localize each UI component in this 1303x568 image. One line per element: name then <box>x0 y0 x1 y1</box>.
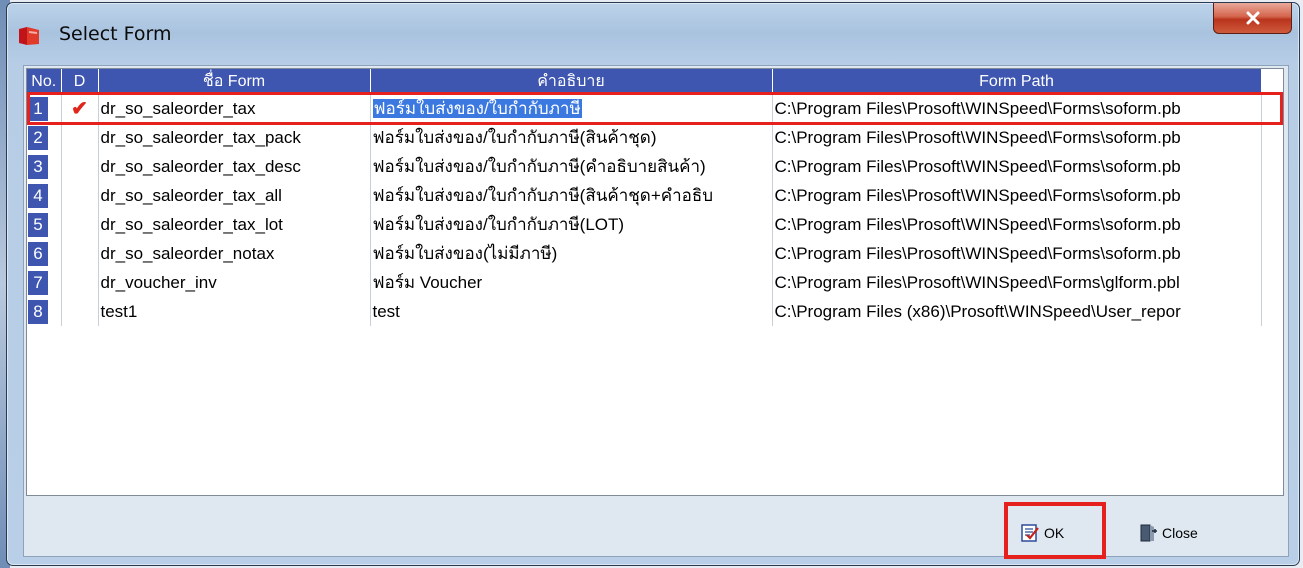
row-number-cell: 4 <box>27 181 62 210</box>
close-icon <box>1246 11 1259 25</box>
row-number: 4 <box>28 183 48 208</box>
description-cell[interactable]: ฟอร์มใบส่งของ/ใบกำกับภาษี(LOT) <box>370 210 773 239</box>
column-header-description[interactable]: คำอธิบาย <box>370 69 773 94</box>
form-path-cell[interactable]: C:\Program Files (x86)\Prosoft\WINSpeed\… <box>772 297 1262 326</box>
form-path-cell[interactable]: C:\Program Files\Prosoft\WINSpeed\Forms\… <box>772 210 1262 239</box>
form-table: No. D ชื่อ Form คำอธิบาย Form Path 1 ✔ dr_… <box>27 69 1262 326</box>
form-path-cell[interactable]: C:\Program Files\Prosoft\WINSpeed\Forms\… <box>772 123 1262 152</box>
row-number: 8 <box>28 299 48 324</box>
description-text: ฟอร์มใบส่งของ/ใบกำกับภาษี(คำอธิบายสินค้า… <box>372 157 706 176</box>
form-path-cell[interactable]: C:\Program Files\Prosoft\WINSpeed\Forms\… <box>772 152 1262 181</box>
row-number-cell: 3 <box>27 152 62 181</box>
title-bar[interactable]: Select Form <box>7 3 1299 65</box>
description-text: ฟอร์มใบส่งของ/ใบกำกับภาษี <box>372 99 582 118</box>
ok-button-label: OK <box>1044 525 1065 541</box>
row-number-cell: 2 <box>27 123 62 152</box>
row-number-cell: 5 <box>27 210 62 239</box>
default-cell[interactable] <box>61 239 99 268</box>
ok-icon <box>1021 524 1039 542</box>
table-row[interactable]: 7 dr_voucher_inv ฟอร์ม Voucher C:\Program F… <box>27 268 1262 297</box>
column-header-form-name[interactable]: ชื่อ Form <box>98 69 371 94</box>
dialog-client-area: No. D ชื่อ Form คำอธิบาย Form Path 1 ✔ dr_… <box>23 65 1289 559</box>
row-number: 5 <box>28 212 48 237</box>
form-name-cell[interactable]: dr_so_saleorder_tax_pack <box>98 123 371 152</box>
window-close-button[interactable] <box>1213 3 1292 34</box>
description-cell[interactable]: ฟอร์มใบส่งของ/ใบกำกับภาษี(สินค้าชุด+คำอธ… <box>370 181 773 210</box>
description-text: ฟอร์มใบส่งของ/ใบกำกับภาษี(LOT) <box>372 215 625 234</box>
default-cell[interactable] <box>61 210 99 239</box>
description-text: ฟอร์มใบส่งของ/ใบกำกับภาษี(สินค้าชุด+คำอธ… <box>372 186 714 205</box>
close-button-label: Close <box>1162 525 1198 541</box>
default-cell[interactable] <box>61 181 99 210</box>
ok-button[interactable]: OK <box>1020 520 1064 546</box>
form-name-cell[interactable]: dr_so_saleorder_tax_all <box>98 181 371 210</box>
table-row[interactable]: 1 ✔ dr_so_saleorder_tax ฟอร์มใบส่งของ/ใบกำก… <box>27 94 1262 123</box>
description-text: ฟอร์มใบส่งของ/ใบกำกับภาษี(สินค้าชุด) <box>372 128 657 147</box>
row-number: 7 <box>28 270 48 295</box>
form-name-cell[interactable]: dr_so_saleorder_tax_desc <box>98 152 371 181</box>
row-number-cell: 1 <box>27 94 62 123</box>
table-row[interactable]: 5 dr_so_saleorder_tax_lot ฟอร์มใบส่งของ/ใบ… <box>27 210 1262 239</box>
row-number-cell: 6 <box>27 239 62 268</box>
form-path-cell[interactable]: C:\Program Files\Prosoft\WINSpeed\Forms\… <box>772 181 1262 210</box>
table-header-row: No. D ชื่อ Form คำอธิบาย Form Path <box>27 69 1262 94</box>
description-cell[interactable]: ฟอร์ม Voucher <box>370 268 773 297</box>
table-row[interactable]: 6 dr_so_saleorder_notax ฟอร์มใบส่งของ(ไม่ม… <box>27 239 1262 268</box>
column-header-form-path[interactable]: Form Path <box>772 69 1262 94</box>
default-cell[interactable]: ✔ <box>61 94 99 123</box>
table-row[interactable]: 2 dr_so_saleorder_tax_pack ฟอร์มใบส่งของ/ใ… <box>27 123 1262 152</box>
window-title: Select Form <box>59 23 172 45</box>
form-path-cell[interactable]: C:\Program Files\Prosoft\WINSpeed\Forms\… <box>772 239 1262 268</box>
description-cell[interactable]: ฟอร์มใบส่งของ/ใบกำกับภาษี <box>370 94 773 123</box>
description-cell[interactable]: ฟอร์มใบส่งของ(ไม่มีภาษี) <box>370 239 773 268</box>
column-header-no[interactable]: No. <box>27 69 62 94</box>
form-name-cell[interactable]: dr_voucher_inv <box>98 268 371 297</box>
table-row[interactable]: 3 dr_so_saleorder_tax_desc ฟอร์มใบส่งของ/ใ… <box>27 152 1262 181</box>
form-name-cell[interactable]: dr_so_saleorder_tax <box>98 94 371 123</box>
form-list-grid[interactable]: No. D ชื่อ Form คำอธิบาย Form Path 1 ✔ dr_… <box>26 68 1284 496</box>
row-number: 1 <box>28 96 48 121</box>
row-number: 2 <box>28 125 48 150</box>
default-cell[interactable] <box>61 268 99 297</box>
close-button[interactable]: Close <box>1138 520 1198 546</box>
exit-door-icon <box>1140 524 1157 542</box>
description-cell[interactable]: ฟอร์มใบส่งของ/ใบกำกับภาษี(คำอธิบายสินค้า… <box>370 152 773 181</box>
default-cell[interactable] <box>61 152 99 181</box>
description-text: test <box>372 301 400 321</box>
app-icon <box>19 27 39 45</box>
row-number: 6 <box>28 241 48 266</box>
row-number-cell: 7 <box>27 268 62 297</box>
form-name-cell[interactable]: dr_so_saleorder_notax <box>98 239 371 268</box>
row-number: 3 <box>28 154 48 179</box>
form-path-cell[interactable]: C:\Program Files\Prosoft\WINSpeed\Forms\… <box>772 94 1262 123</box>
description-cell[interactable]: ฟอร์มใบส่งของ/ใบกำกับภาษี(สินค้าชุด) <box>370 123 773 152</box>
table-row[interactable]: 4 dr_so_saleorder_tax_all ฟอร์มใบส่งของ/ใบ… <box>27 181 1262 210</box>
column-header-d[interactable]: D <box>61 69 99 94</box>
dialog-footer: OK Close <box>24 496 1288 559</box>
row-number-cell: 8 <box>27 297 62 326</box>
description-text: ฟอร์มใบส่งของ(ไม่มีภาษี) <box>372 244 558 263</box>
table-row[interactable]: 8 test1 test C:\Program Files (x86)\Prosoft… <box>27 297 1262 326</box>
description-text: ฟอร์ม Voucher <box>372 273 483 292</box>
select-form-dialog: Select Form No. D ชื่อ Form คำอธิบาย For… <box>6 2 1300 566</box>
description-cell[interactable]: test <box>370 297 773 326</box>
form-name-cell[interactable]: test1 <box>98 297 371 326</box>
default-cell[interactable] <box>61 123 99 152</box>
form-name-cell[interactable]: dr_so_saleorder_tax_lot <box>98 210 371 239</box>
default-check-icon: ✔ <box>71 98 88 120</box>
form-path-cell[interactable]: C:\Program Files\Prosoft\WINSpeed\Forms\… <box>772 268 1262 297</box>
default-cell[interactable] <box>61 297 99 326</box>
